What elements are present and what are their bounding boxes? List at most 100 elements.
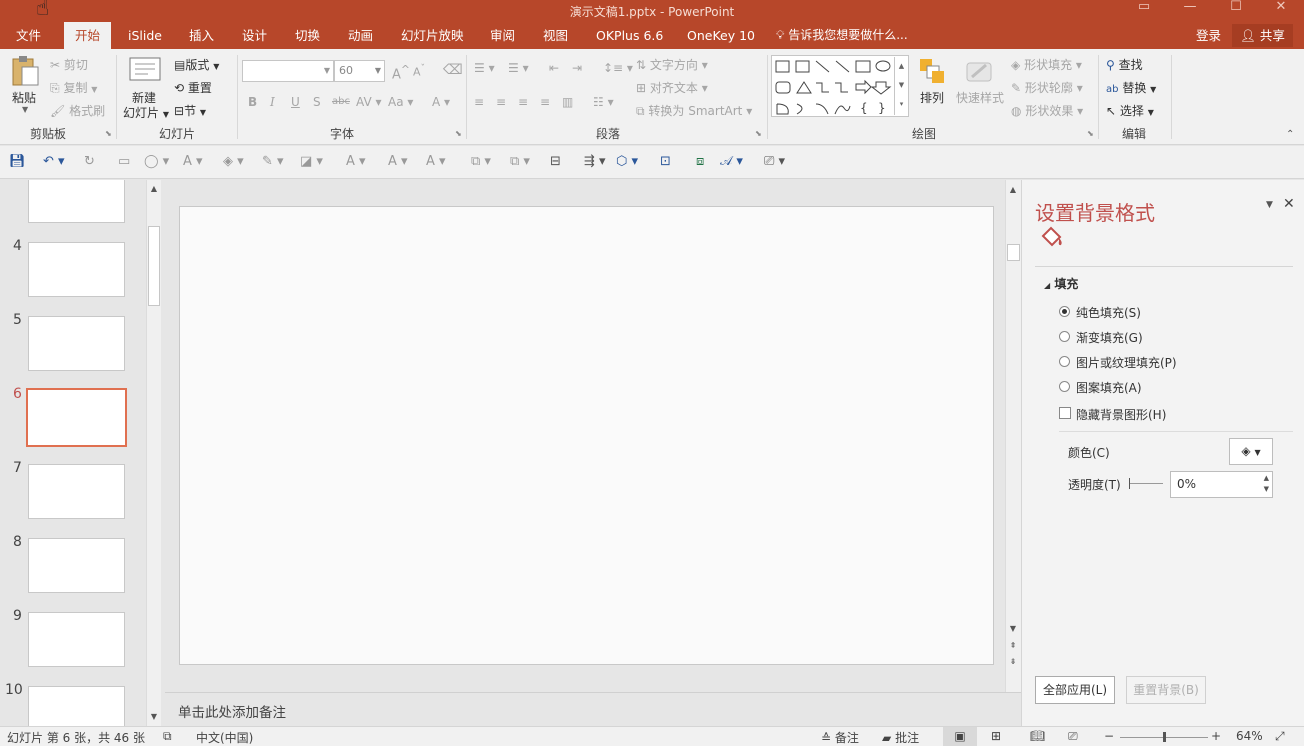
align-left-button[interactable]: ≡ bbox=[474, 95, 484, 109]
transparency-slider-handle[interactable] bbox=[1129, 478, 1130, 489]
slide-thumbnail-9[interactable] bbox=[28, 612, 125, 667]
new-slide-button[interactable] bbox=[128, 56, 162, 87]
tab-file[interactable]: 文件 bbox=[5, 22, 52, 49]
spinner-icon[interactable]: ▲ ▼ bbox=[1264, 473, 1269, 495]
shape-fill-button[interactable]: ◈ 形状填充 ▾ bbox=[1011, 56, 1082, 73]
spellcheck-icon[interactable]: ⧉ bbox=[163, 729, 172, 744]
slide-sorter-icon[interactable]: ⊞ bbox=[991, 729, 1001, 743]
fill-section-header[interactable]: ◢ 填充 bbox=[1044, 275, 1078, 292]
slide-thumbnail-8[interactable] bbox=[28, 538, 125, 593]
zoom-out-icon[interactable]: − bbox=[1104, 729, 1114, 743]
picture-fill-radio[interactable] bbox=[1059, 356, 1070, 367]
group-icon[interactable]: ⧉ ▾ bbox=[471, 154, 491, 169]
shape-effects-button[interactable]: ◍ 形状效果 ▾ bbox=[1011, 102, 1083, 119]
hide-background-label[interactable]: 隐藏背景图形(H) bbox=[1076, 406, 1166, 423]
undo-icon[interactable]: ↶ ▾ bbox=[43, 154, 65, 169]
underline-button[interactable]: U bbox=[291, 95, 300, 109]
shapes-scroll[interactable]: ▲ ▼ ▾ bbox=[894, 57, 908, 115]
distributed-button[interactable]: ▥ bbox=[562, 95, 573, 109]
strikethrough-button[interactable]: abc bbox=[332, 96, 350, 107]
font-family-combo[interactable]: ▼ bbox=[242, 60, 334, 82]
cut-button[interactable]: ✂︎ 剪切 bbox=[50, 56, 88, 73]
tab-slideshow[interactable]: 幻灯片放映 bbox=[390, 22, 475, 49]
picture-fill-label[interactable]: 图片或纹理填充(P) bbox=[1076, 354, 1177, 371]
eraser-icon[interactable]: ◪ ▾ bbox=[300, 154, 323, 169]
slide-thumbnail-3[interactable] bbox=[28, 180, 125, 223]
tab-onekey[interactable]: OneKey 10 bbox=[676, 22, 766, 49]
fill-icon[interactable]: ◈ ▾ bbox=[223, 154, 244, 169]
tab-animations[interactable]: 动画 bbox=[337, 22, 384, 49]
align-center-button[interactable]: ≡ bbox=[496, 95, 506, 109]
shapes-gallery[interactable]: {} bbox=[771, 55, 909, 117]
color-picker-button[interactable]: ◈ ▼ bbox=[1229, 438, 1273, 465]
scrollbar-thumb[interactable] bbox=[1007, 244, 1020, 261]
slide-thumbnail-6-selected[interactable] bbox=[26, 388, 127, 447]
notes-pane[interactable]: 单击此处添加备注 bbox=[165, 692, 1021, 726]
tab-design[interactable]: 设计 bbox=[231, 22, 278, 49]
slideshow-icon[interactable]: ⎚ ▾ bbox=[764, 154, 785, 169]
font-launcher-icon[interactable]: ⬊ bbox=[455, 129, 462, 138]
bold-button[interactable]: B bbox=[248, 95, 257, 109]
arrange-button[interactable] bbox=[918, 57, 946, 88]
ungroup-icon[interactable]: ⧉ ▾ bbox=[510, 154, 530, 169]
tab-okplus[interactable]: OKPlus 6.6 bbox=[585, 22, 674, 49]
shapes-icon[interactable]: ◯ ▾ bbox=[144, 154, 169, 169]
slide-canvas[interactable] bbox=[179, 206, 994, 665]
format-painter-button[interactable]: 🖌︎ 格式刷 bbox=[50, 102, 105, 119]
next-slide-icon[interactable]: ⇟ bbox=[1006, 657, 1020, 666]
redo-icon[interactable]: ↻ bbox=[84, 154, 95, 169]
tab-home[interactable]: 开始 bbox=[64, 22, 112, 49]
replace-button[interactable]: ab 替换 ▼ bbox=[1106, 79, 1156, 96]
paragraph-launcher-icon[interactable]: ⬊ bbox=[755, 129, 762, 138]
tab-review[interactable]: 审阅 bbox=[479, 22, 526, 49]
quick-styles-button[interactable] bbox=[964, 57, 994, 88]
comments-toggle[interactable]: ▰ 批注 bbox=[882, 729, 919, 746]
language-indicator[interactable]: 中文(中国) bbox=[196, 729, 253, 746]
slide-thumbnail-5[interactable] bbox=[28, 316, 125, 371]
copy-button[interactable]: ⎘ 复制 ▼ bbox=[50, 79, 97, 96]
scroll-down-icon[interactable]: ▼ bbox=[147, 712, 161, 721]
italic-button[interactable]: I bbox=[270, 95, 275, 109]
text-outline-icon[interactable]: A ▾ bbox=[388, 154, 408, 169]
font-color-button[interactable]: A ▾ bbox=[432, 95, 450, 109]
arrange-label[interactable]: 排列 bbox=[920, 89, 944, 106]
align-text-button[interactable]: ⊞ 对齐文本 ▾ bbox=[636, 79, 708, 96]
gradient-fill-radio[interactable] bbox=[1059, 331, 1070, 342]
columns-button[interactable]: ☷ ▾ bbox=[593, 95, 614, 109]
previous-slide-icon[interactable]: ⇞ bbox=[1006, 641, 1020, 650]
collapse-ribbon-icon[interactable]: ⌃ bbox=[1286, 129, 1294, 140]
increase-indent-button[interactable]: ⇥ bbox=[572, 61, 582, 75]
text-direction-button[interactable]: ⇅ 文字方向 ▾ bbox=[636, 56, 708, 73]
reset-button[interactable]: ⟲ 重置 bbox=[174, 79, 212, 96]
close-window-button[interactable]: ✕ bbox=[1258, 0, 1304, 22]
line-spacing-button[interactable]: ↕≡ ▾ bbox=[603, 61, 633, 75]
tab-transitions[interactable]: 切换 bbox=[284, 22, 331, 49]
slide-thumbnail-10[interactable] bbox=[28, 686, 125, 726]
numbering-button[interactable]: ☰ ▾ bbox=[508, 61, 529, 75]
tell-me-search[interactable]: 💡︎ 告诉我您想要做什么... bbox=[776, 22, 908, 49]
notes-toggle[interactable]: ≙ 备注 bbox=[821, 729, 859, 746]
slide-thumbnail-7[interactable] bbox=[28, 464, 125, 519]
slide-size-icon[interactable]: ⊡ bbox=[660, 154, 671, 169]
align-right-button[interactable]: ≡ bbox=[518, 95, 528, 109]
change-case-button[interactable]: Aa ▾ bbox=[388, 95, 413, 109]
text-effects-icon[interactable]: A ▾ bbox=[426, 154, 446, 169]
close-pane-icon[interactable]: ✕ bbox=[1283, 196, 1295, 212]
reading-view-icon[interactable]: 📖︎ bbox=[1030, 729, 1045, 743]
justify-button[interactable]: ≡ bbox=[540, 95, 550, 109]
distribute-icon[interactable]: ⇶ ▾ bbox=[584, 154, 606, 169]
fill-category-icon[interactable] bbox=[1039, 224, 1065, 251]
shape-outline-button[interactable]: ✎ 形状轮廓 ▾ bbox=[1011, 79, 1083, 96]
hide-background-checkbox[interactable] bbox=[1059, 407, 1071, 419]
text-format-icon[interactable]: A ▾ bbox=[183, 154, 203, 169]
layers-icon[interactable]: ⧈ bbox=[696, 154, 704, 169]
section-button[interactable]: ⊟节 ▼ bbox=[174, 102, 206, 119]
minimize-button[interactable]: — bbox=[1167, 0, 1213, 22]
tab-islide[interactable]: iSlide bbox=[117, 22, 173, 49]
reset-background-button[interactable]: 重置背景(B) bbox=[1126, 676, 1206, 704]
gradient-fill-label[interactable]: 渐变填充(G) bbox=[1076, 329, 1143, 346]
scroll-up-icon[interactable]: ▲ bbox=[1006, 185, 1020, 194]
select-button[interactable]: ↖ 选择 ▼ bbox=[1106, 102, 1154, 119]
ribbon-display-options-icon[interactable]: ▭ bbox=[1121, 0, 1167, 22]
shrink-font-button[interactable]: Aˇ bbox=[413, 63, 425, 79]
